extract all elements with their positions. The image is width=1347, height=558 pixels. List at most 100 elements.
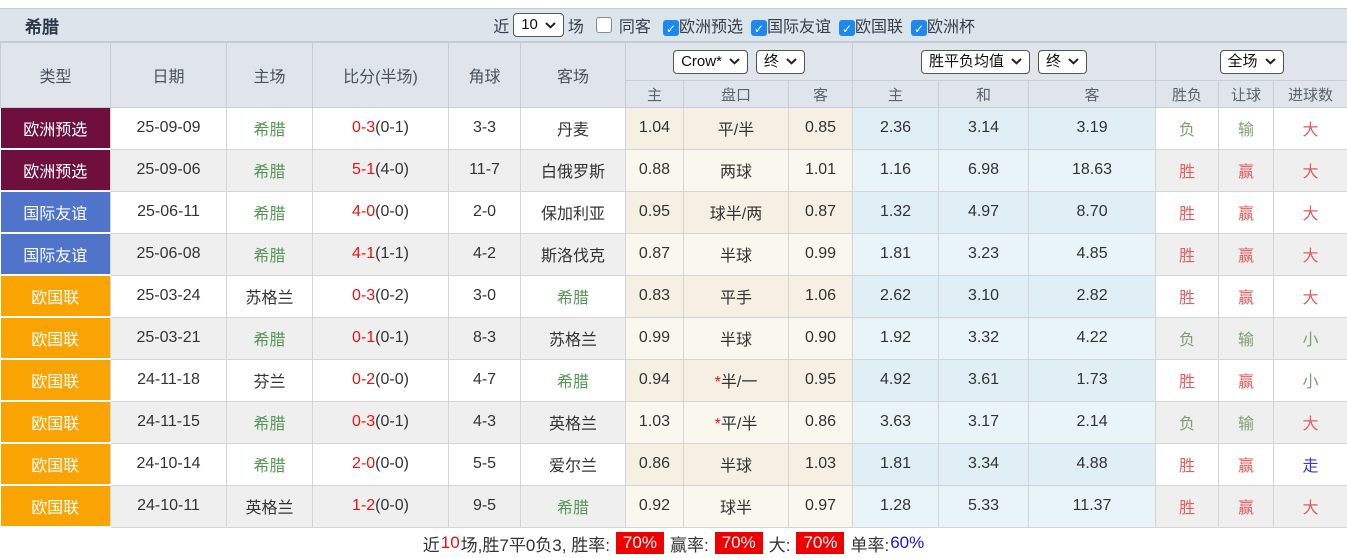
score-cell: 4-1(1-1) [313, 233, 449, 275]
summary-prefix: 近 [423, 531, 440, 556]
avg-away-odds: 8.70 [1029, 191, 1156, 233]
halftime-score: (0-1) [375, 413, 409, 430]
away-team: 爱尔兰 [521, 443, 626, 485]
corners-cell: 8-3 [449, 317, 521, 359]
away-team: 希腊 [521, 359, 626, 401]
home-team: 芬兰 [227, 359, 313, 401]
table-row: 欧国联24-11-15希腊0-3(0-1)4-3英格兰1.03*平/半0.863… [1, 401, 1347, 443]
recent-count-value: 10 [521, 16, 538, 34]
average-period-select[interactable]: 终 [1038, 50, 1087, 74]
avg-away-odds: 11.37 [1029, 485, 1156, 527]
goals-result-cell: 大 [1274, 401, 1347, 443]
odds-home: 1.04 [626, 108, 684, 150]
goals-result-cell: 小 [1274, 359, 1347, 401]
league-badge: 欧国联 [1, 317, 111, 359]
recent-count-select[interactable]: 10 [513, 13, 564, 37]
fulltime-score: 0-3 [352, 287, 375, 304]
avg-draw-odds: 3.34 [939, 443, 1029, 485]
average-select[interactable]: 胜平负均值 [921, 50, 1030, 74]
single-rate-label: 单率: [850, 531, 889, 556]
handicap-cell: *半/一 [684, 359, 789, 401]
avg-home-odds: 1.16 [853, 149, 939, 191]
odds-home: 0.86 [626, 443, 684, 485]
profit-rate-label: 赢率: [670, 531, 709, 556]
score-cell: 4-0(0-0) [313, 191, 449, 233]
match-date: 25-03-24 [111, 275, 227, 317]
goals-result-cell: 大 [1274, 191, 1347, 233]
odds-home: 0.92 [626, 485, 684, 527]
odds-away: 0.85 [789, 108, 853, 150]
league-filter-label: 欧国联 [855, 19, 903, 36]
average-group-header: 胜平负均值 终 [853, 43, 1156, 81]
avg-home-odds: 4.92 [853, 359, 939, 401]
odds-away: 0.90 [789, 317, 853, 359]
score-cell: 0-3(0-1) [313, 401, 449, 443]
average-value: 胜平负均值 [929, 53, 1004, 71]
spread-result-cell: 输 [1219, 401, 1274, 443]
same-away-checkbox[interactable] [596, 17, 612, 33]
avg-away-odds: 2.14 [1029, 401, 1156, 443]
avg-draw-odds: 5.33 [939, 485, 1029, 527]
league-badge: 欧洲预选 [1, 108, 111, 150]
corners-cell: 11-7 [449, 149, 521, 191]
league-filter-checkbox[interactable]: ✓ [751, 20, 767, 36]
odds-away: 0.86 [789, 401, 853, 443]
result-cell: 胜 [1156, 149, 1219, 191]
handicap-cell: 两球 [684, 149, 789, 191]
score-cell: 0-2(0-0) [313, 359, 449, 401]
fulltime-score: 0-1 [352, 329, 375, 346]
score-cell: 0-3(0-2) [313, 275, 449, 317]
match-date: 25-06-08 [111, 233, 227, 275]
league-filter-checkbox[interactable]: ✓ [911, 20, 927, 36]
table-row: 欧洲预选25-09-09希腊0-3(0-1)3-3丹麦1.04平/半0.852.… [1, 108, 1347, 150]
home-team: 希腊 [227, 149, 313, 191]
table-row: 欧国联25-03-24苏格兰0-3(0-2)3-0希腊0.83平手1.062.6… [1, 275, 1347, 317]
corners-cell: 5-5 [449, 443, 521, 485]
col-header-corners: 角球 [449, 43, 521, 108]
home-team: 英格兰 [227, 485, 313, 527]
home-team: 希腊 [227, 233, 313, 275]
handicap-cell: 球半/两 [684, 191, 789, 233]
table-row: 欧国联24-11-18芬兰0-2(0-0)4-7希腊0.94*半/一0.954.… [1, 359, 1347, 401]
halftime-score: (0-0) [375, 455, 409, 472]
fulltime-score: 0-3 [352, 413, 375, 430]
odds-home: 0.87 [626, 233, 684, 275]
avg-draw-odds: 3.32 [939, 317, 1029, 359]
match-date: 25-06-11 [111, 191, 227, 233]
goals-result-cell: 走 [1274, 443, 1347, 485]
avg-away-odds: 4.85 [1029, 233, 1156, 275]
home-team: 希腊 [227, 108, 313, 150]
scope-select[interactable]: 全场 [1220, 50, 1284, 74]
bookmaker-select[interactable]: Crow* [673, 50, 748, 74]
same-away-label: 同客 [619, 13, 651, 37]
away-team: 白俄罗斯 [521, 149, 626, 191]
avg-home-odds: 2.36 [853, 108, 939, 150]
sub-header-result: 胜负 [1156, 81, 1219, 108]
handicap-cell: 平手 [684, 275, 789, 317]
fulltime-score: 0-2 [352, 371, 375, 388]
result-cell: 胜 [1156, 233, 1219, 275]
match-stats-panel: 希腊 近 10 场 同客 ✓欧洲预选✓国际友谊✓欧国联✓欧洲杯 类型 日期 主场 [0, 8, 1347, 558]
avg-draw-odds: 6.98 [939, 149, 1029, 191]
handicap-cell: 半球 [684, 443, 789, 485]
bookmaker-value: Crow* [681, 53, 722, 71]
fulltime-score: 1-2 [352, 497, 375, 514]
league-badge: 欧国联 [1, 443, 111, 485]
col-header-date: 日期 [111, 43, 227, 108]
result-cell: 胜 [1156, 485, 1219, 527]
single-rate-value: 60% [890, 533, 924, 553]
win-rate-badge: 70% [616, 532, 664, 554]
avg-home-odds: 2.62 [853, 275, 939, 317]
spread-result-cell: 赢 [1219, 359, 1274, 401]
league-filter-checkbox[interactable]: ✓ [839, 20, 855, 36]
league-filter-checkbox[interactable]: ✓ [663, 20, 679, 36]
home-team: 苏格兰 [227, 275, 313, 317]
team-title: 希腊 [0, 13, 59, 38]
away-team: 希腊 [521, 275, 626, 317]
odds-away: 0.95 [789, 359, 853, 401]
league-badge: 欧国联 [1, 401, 111, 443]
avg-draw-odds: 4.97 [939, 191, 1029, 233]
goals-result-cell: 大 [1274, 485, 1347, 527]
bookmaker-period-select[interactable]: 终 [756, 50, 805, 74]
league-badge: 国际友谊 [1, 191, 111, 233]
